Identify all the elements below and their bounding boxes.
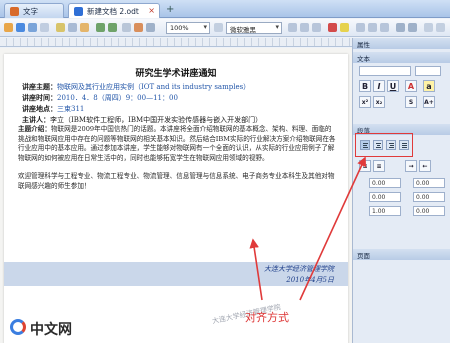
open-icon[interactable] bbox=[4, 23, 13, 32]
save-icon[interactable] bbox=[16, 23, 25, 32]
underline-button[interactable]: U bbox=[387, 80, 399, 92]
redo-icon[interactable] bbox=[108, 23, 117, 32]
image-icon[interactable] bbox=[134, 23, 143, 32]
tab-writer[interactable]: 文字 bbox=[4, 3, 64, 18]
cut-icon[interactable] bbox=[56, 23, 65, 32]
section-text-header[interactable]: 文本 bbox=[353, 52, 450, 63]
audience-paragraph: 欢迎管理科学与工程专业、物流工程专业、物流管理、信息管理与信息系统、电子商务专业… bbox=[18, 172, 335, 190]
underline-icon[interactable] bbox=[312, 23, 321, 32]
indent-decrease-button[interactable]: ← bbox=[419, 160, 431, 172]
indent-icon[interactable] bbox=[408, 23, 417, 32]
new-tab-icon[interactable]: + bbox=[166, 4, 174, 15]
chart-icon[interactable] bbox=[146, 23, 155, 32]
info-row: 讲座时间：2010．4．8（周四）9：00—11：00 bbox=[22, 93, 178, 103]
document-title: 研究生学术讲座通知 bbox=[135, 69, 217, 79]
close-icon[interactable]: × bbox=[148, 6, 155, 15]
annotation-label: 对齐方式 bbox=[245, 311, 289, 324]
superscript-button[interactable]: x² bbox=[359, 96, 371, 108]
info-label: 讲座时间： bbox=[22, 93, 57, 102]
info-row: 主讲人：李立（IBM软件工程师，IBM中国开发实验传感器与嵌入开发部门） bbox=[22, 115, 262, 125]
spacing-above-field[interactable]: 0.00 bbox=[369, 178, 401, 188]
first-line-field[interactable]: 0.00 bbox=[413, 206, 445, 216]
align-justify-button[interactable] bbox=[399, 140, 409, 150]
info-row: 讲座地点：三束311 bbox=[22, 104, 84, 114]
php-logo: 中文网 bbox=[10, 318, 80, 338]
more-icon[interactable] bbox=[436, 23, 445, 32]
italic-icon[interactable] bbox=[300, 23, 309, 32]
copy-icon[interactable] bbox=[68, 23, 77, 32]
info-label: 讲座地点： bbox=[22, 104, 57, 113]
bold-button[interactable]: B bbox=[359, 80, 371, 92]
line-spacing-field[interactable]: 1.00 bbox=[369, 206, 401, 216]
title-bar: 文字 新建文档 2.odt × + bbox=[0, 0, 450, 18]
tab-label: 文字 bbox=[23, 7, 38, 16]
zoom-select[interactable]: 100% bbox=[166, 22, 210, 34]
font-name-field[interactable] bbox=[359, 66, 411, 76]
properties-panel: 属性 文本 B I U A a x² x₂ S A+ 段落 ≡ ≡ → ← 0.… bbox=[352, 38, 450, 343]
document-icon bbox=[74, 7, 83, 16]
panel-title: 属性 bbox=[353, 38, 450, 49]
logo-text: 中文网 bbox=[30, 322, 72, 338]
sidebar-toggle-icon[interactable] bbox=[424, 23, 433, 32]
undo-icon[interactable] bbox=[96, 23, 105, 32]
align-center-icon[interactable] bbox=[368, 23, 377, 32]
info-value: 2010．4．8（周四）9：00—11：00 bbox=[57, 94, 178, 102]
font-color-button[interactable]: A bbox=[405, 80, 417, 92]
shadow-button[interactable]: S bbox=[405, 96, 417, 108]
highlight-button[interactable]: a bbox=[423, 80, 435, 92]
paste-icon[interactable] bbox=[80, 23, 89, 32]
intro-text: 物联网是2009年中国信热门的话题。本讲座将全面介绍物联网的基本概念、架构、料理… bbox=[18, 125, 336, 162]
alignment-highlight-box bbox=[355, 133, 413, 157]
sign-organization: 大连大学经济管理学院 bbox=[264, 265, 334, 273]
writer-app-icon bbox=[10, 7, 19, 16]
spacing-below-field[interactable]: 0.00 bbox=[369, 192, 401, 202]
bold-icon[interactable] bbox=[288, 23, 297, 32]
info-value: 物联网及其行业应用实例（IOT and its industry samples… bbox=[57, 83, 251, 91]
subscript-button[interactable]: x₂ bbox=[373, 96, 385, 108]
style-icon[interactable] bbox=[214, 23, 223, 32]
align-right-button[interactable] bbox=[386, 140, 396, 150]
intro-paragraph: 主题介绍：物联网是2009年中国信热门的话题。本讲座将全面介绍物联网的基本概念、… bbox=[18, 125, 336, 163]
bullets-button[interactable]: ≡ bbox=[359, 160, 371, 172]
indent-before-field[interactable]: 0.00 bbox=[413, 178, 445, 188]
info-label: 主讲人： bbox=[22, 115, 50, 124]
align-center-button[interactable] bbox=[373, 140, 383, 150]
tab-document[interactable]: 新建文档 2.odt × bbox=[68, 3, 160, 18]
info-label: 讲座主题： bbox=[22, 82, 57, 91]
sign-date: 2010年4月5日 bbox=[286, 276, 334, 284]
grow-font-button[interactable]: A+ bbox=[423, 96, 435, 108]
document-area: 研究生学术讲座通知 讲座主题：物联网及其行业应用实例（IOT and its i… bbox=[0, 48, 352, 343]
italic-button[interactable]: I bbox=[373, 80, 385, 92]
numbering-button[interactable]: ≡ bbox=[373, 160, 385, 172]
info-value: 三束311 bbox=[57, 105, 85, 113]
section-pages-header[interactable]: 页面 bbox=[353, 249, 450, 260]
info-value: 李立（IBM软件工程师，IBM中国开发实验传感器与嵌入开发部门） bbox=[50, 116, 263, 124]
highlight-icon[interactable] bbox=[340, 23, 349, 32]
font-size-field[interactable] bbox=[415, 66, 441, 76]
indent-after-field[interactable]: 0.00 bbox=[413, 192, 445, 202]
align-right-icon[interactable] bbox=[380, 23, 389, 32]
tab-label: 新建文档 2.odt bbox=[87, 7, 139, 16]
font-select[interactable]: 微软雅黑 bbox=[226, 22, 282, 34]
indent-increase-button[interactable]: → bbox=[405, 160, 417, 172]
print-icon[interactable] bbox=[28, 23, 37, 32]
align-left-icon[interactable] bbox=[356, 23, 365, 32]
table-icon[interactable] bbox=[122, 23, 131, 32]
info-row: 讲座主题：物联网及其行业应用实例（IOT and its industry sa… bbox=[22, 82, 250, 92]
preview-icon[interactable] bbox=[40, 23, 49, 32]
ruler[interactable] bbox=[0, 38, 352, 47]
list-icon[interactable] bbox=[396, 23, 405, 32]
php-logo-icon bbox=[10, 319, 26, 335]
align-left-button[interactable] bbox=[360, 140, 370, 150]
intro-label: 主题介绍： bbox=[18, 125, 51, 133]
toolbar: 100% 微软雅黑 bbox=[0, 19, 450, 37]
font-color-icon[interactable] bbox=[328, 23, 337, 32]
